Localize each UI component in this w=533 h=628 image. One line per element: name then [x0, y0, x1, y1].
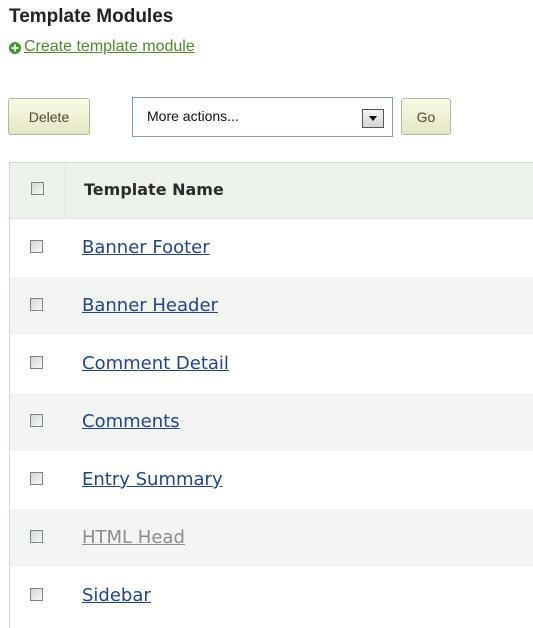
template-modules-page: Template Modules Create template module …	[0, 0, 533, 628]
table-row: Entry Summary	[10, 451, 533, 509]
table-row: Banner Footer	[10, 219, 533, 277]
template-link[interactable]: HTML Head	[82, 527, 185, 548]
template-link[interactable]: Entry Summary	[82, 469, 223, 490]
delete-button[interactable]: Delete	[8, 98, 90, 135]
table-row: Comments	[10, 393, 533, 451]
row-checkbox[interactable]	[30, 588, 43, 601]
row-checkbox[interactable]	[30, 414, 43, 427]
template-link[interactable]: Sidebar	[82, 585, 151, 606]
more-actions-select[interactable]: More actions...	[132, 97, 393, 137]
plus-circle-icon[interactable]	[9, 41, 21, 54]
template-modules-table: Template Name Banner Footer Banner Heade…	[9, 162, 533, 628]
more-actions-selected-value: More actions...	[147, 108, 239, 124]
select-all-cell	[10, 163, 66, 219]
row-checkbox[interactable]	[30, 530, 43, 543]
page-title: Template Modules	[9, 6, 174, 27]
go-button-label: Go	[416, 108, 436, 125]
table-header-row: Template Name	[10, 163, 533, 219]
table-row: Banner Header	[10, 277, 533, 335]
go-button[interactable]: Go	[401, 98, 451, 135]
row-checkbox[interactable]	[30, 472, 43, 485]
column-header-template-name[interactable]: Template Name	[84, 180, 224, 199]
chevron-down-icon[interactable]	[362, 109, 384, 128]
delete-button-label: Delete	[28, 108, 70, 125]
row-checkbox[interactable]	[30, 298, 43, 311]
table-row: HTML Head	[10, 509, 533, 567]
create-template-module-link[interactable]: Create template module	[24, 38, 195, 56]
template-link[interactable]: Comment Detail	[82, 353, 229, 374]
select-all-checkbox[interactable]	[31, 182, 44, 195]
create-template-module-row: Create template module	[9, 37, 195, 57]
template-link[interactable]: Comments	[82, 411, 180, 432]
table-row: Sidebar	[10, 567, 533, 625]
table-row: Comment Detail	[10, 335, 533, 393]
row-checkbox[interactable]	[30, 356, 43, 369]
row-checkbox[interactable]	[30, 240, 43, 253]
template-link[interactable]: Banner Header	[82, 295, 218, 316]
template-link[interactable]: Banner Footer	[82, 237, 210, 258]
